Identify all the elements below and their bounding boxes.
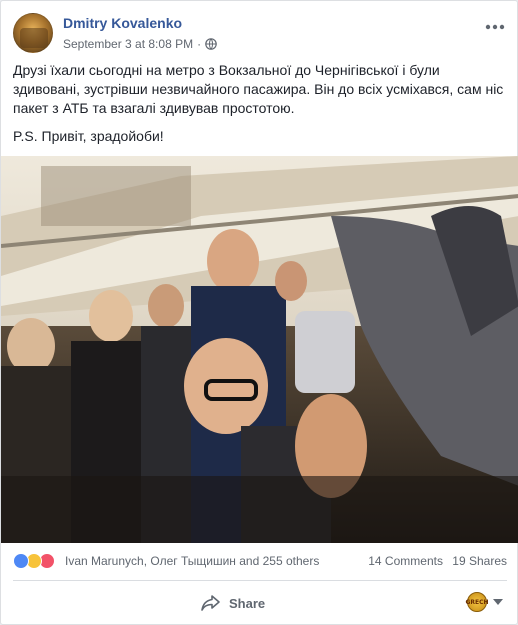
page-selector[interactable]: GRECH <box>465 592 503 612</box>
like-reaction-icon <box>13 553 29 569</box>
engagement-counts: 14 Comments 19 Shares <box>362 554 507 568</box>
feed-post: Dmitry Kovalenko September 3 at 8:08 PM … <box>0 0 518 625</box>
subway-photo-illustration <box>1 156 518 543</box>
reaction-icons[interactable] <box>13 553 55 569</box>
post-paragraph-2: P.S. Привіт, зрадойоби! <box>13 128 164 144</box>
more-options-icon[interactable] <box>483 17 507 37</box>
shares-count[interactable]: 19 Shares <box>452 554 507 568</box>
reactions-bar: Ivan Marunych, Олег Тыщишин and 255 othe… <box>13 549 507 573</box>
actions-divider <box>13 580 507 581</box>
share-label: Share <box>229 595 266 611</box>
reactors-summary[interactable]: Ivan Marunych, Олег Тыщишин and 255 othe… <box>65 554 319 568</box>
chevron-down-icon <box>493 599 503 605</box>
share-button[interactable]: Share <box>201 587 265 619</box>
post-meta: September 3 at 8:08 PM · <box>63 37 217 51</box>
author-name[interactable]: Dmitry Kovalenko <box>63 15 182 31</box>
meta-separator: · <box>197 37 202 51</box>
post-text: Друзі їхали сьогодні на метро з Вокзальн… <box>13 61 507 155</box>
post-timestamp[interactable]: September 3 at 8:08 PM <box>63 37 193 51</box>
share-arrow-icon <box>201 595 220 611</box>
post-paragraph-1: Друзі їхали сьогодні на метро з Вокзальн… <box>13 62 504 116</box>
author-avatar[interactable] <box>13 13 53 53</box>
comments-count[interactable]: 14 Comments <box>368 554 443 568</box>
post-photo[interactable] <box>1 156 518 543</box>
page-avatar: GRECH <box>465 592 489 612</box>
globe-icon[interactable] <box>205 38 217 50</box>
page-avatar-text: GRECH <box>465 598 489 606</box>
post-header: Dmitry Kovalenko September 3 at 8:08 PM … <box>13 13 507 55</box>
